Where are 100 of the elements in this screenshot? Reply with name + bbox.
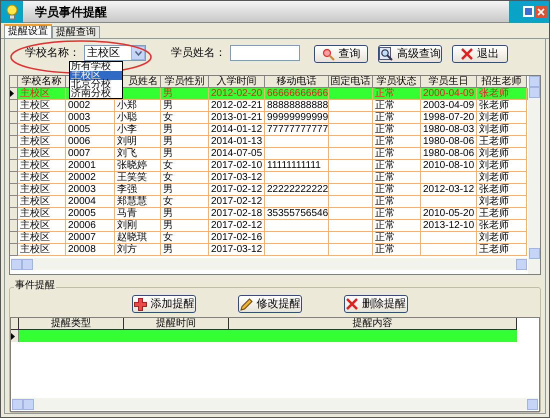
table-cell: 77777777777 xyxy=(265,124,329,136)
table-cell: 99999999999 xyxy=(265,112,329,124)
table-cell: 小聪 xyxy=(115,112,161,124)
table-cell: 张老师 xyxy=(477,220,527,232)
table-cell: 小郑 xyxy=(115,100,161,112)
table-cell: 2012-02-20 xyxy=(209,88,265,100)
table-cell: 男 xyxy=(161,88,209,100)
table-cell: 正常 xyxy=(373,160,421,172)
table-cell: 2010-05-20 xyxy=(421,208,477,220)
table-cell: 正常 xyxy=(373,232,421,244)
column-header: 提醒类型 xyxy=(19,318,124,330)
table-cell: 20005 xyxy=(66,208,115,220)
table-cell: 2017-02-12 xyxy=(209,196,265,208)
window-title: 学员事件提醒 xyxy=(35,4,107,20)
table-cell: 正常 xyxy=(373,124,421,136)
column-header: 学员状态 xyxy=(373,76,421,88)
exit-button[interactable]: 退出 xyxy=(452,45,508,63)
column-header: 提醒时间 xyxy=(124,318,229,330)
school-dropdown[interactable]: 主校区 xyxy=(84,45,146,61)
table-cell: 1998-07-20 xyxy=(421,112,477,124)
table-cell: 王老师 xyxy=(477,208,527,220)
table-cell: 2014-01-12 xyxy=(209,124,265,136)
table-cell: 正常 xyxy=(373,172,421,184)
table-cell: 正常 xyxy=(373,208,421,220)
table-cell: 王老师 xyxy=(477,136,527,148)
table-cell: 女 xyxy=(161,172,209,184)
table-cell: 20003 xyxy=(66,184,115,196)
table-cell: 男 xyxy=(161,184,209,196)
table-cell: 2017-03-12 xyxy=(209,172,265,184)
table-cell: 20008 xyxy=(66,244,115,256)
edit-button[interactable]: 修改提醒 xyxy=(238,295,302,313)
group-title: 事件提醒 xyxy=(14,280,56,292)
table-cell: 1980-08-06 xyxy=(421,136,477,148)
table-cell: 正常 xyxy=(373,100,421,112)
table-cell: 正常 xyxy=(373,196,421,208)
table-cell: 2017-02-18 xyxy=(209,208,265,220)
table-cell: 正常 xyxy=(373,148,421,160)
column-header: 移动电话 xyxy=(265,76,329,88)
table-cell: 正常 xyxy=(373,220,421,232)
table-cell: 女 xyxy=(161,112,209,124)
table-cell: 张老师 xyxy=(477,100,527,112)
table-cell: 2014-01-13 xyxy=(209,136,265,148)
table-cell: 1980-08-03 xyxy=(421,124,477,136)
table-cell: 0006 xyxy=(66,136,115,148)
table-cell: 正常 xyxy=(373,136,421,148)
table-cell: 0003 xyxy=(66,112,115,124)
column-header: 招生老师 xyxy=(477,76,527,88)
table-cell: 2010-08-10 xyxy=(421,160,477,172)
table-cell: 王笑笑 xyxy=(115,172,161,184)
column-header: 学校名称 xyxy=(18,76,66,88)
table-cell: 李强 xyxy=(115,184,161,196)
add-button[interactable]: 添加提醒 xyxy=(132,295,196,313)
table-cell: 赵晓琪 xyxy=(115,232,161,244)
dropdown-option[interactable]: 济南分校 xyxy=(70,89,122,98)
field-label: 学员姓名： xyxy=(171,46,226,61)
table-cell: 张晓婷 xyxy=(115,160,161,172)
table-cell: 2014-07-05 xyxy=(209,148,265,160)
table-cell: 男 xyxy=(161,208,209,220)
table-cell: 0005 xyxy=(66,124,115,136)
table-cell: 2017-02-10 xyxy=(209,160,265,172)
table-cell: 20002 xyxy=(66,172,115,184)
table-cell: 男 xyxy=(161,244,209,256)
table-cell: 王老师 xyxy=(477,244,527,256)
table-cell: 男 xyxy=(161,124,209,136)
table-cell: 男 xyxy=(161,100,209,112)
column-header: 学员性别 xyxy=(161,76,209,88)
table-cell: 女 xyxy=(161,160,209,172)
table-cell: 66666666666 xyxy=(265,88,329,100)
table-cell: 2017-03-12 xyxy=(209,244,265,256)
tab[interactable]: 提醒设置 xyxy=(4,24,52,38)
table-cell: 0007 xyxy=(66,148,115,160)
table-cell: 男 xyxy=(161,220,209,232)
table-cell: 0002 xyxy=(66,100,115,112)
table-cell: 2013-01-21 xyxy=(209,112,265,124)
table-cell: 张老师 xyxy=(477,88,527,100)
table-cell: 20006 xyxy=(66,220,115,232)
table-cell: 20007 xyxy=(66,232,115,244)
table-cell: 2012-02-21 xyxy=(209,100,265,112)
table-cell: 小李 xyxy=(115,124,161,136)
column-header: 提醒内容 xyxy=(229,318,517,330)
column-header: 学员生日 xyxy=(421,76,477,88)
table-cell: 女 xyxy=(161,232,209,244)
table-cell: 20001 xyxy=(66,160,115,172)
table-cell: 正常 xyxy=(373,184,421,196)
table-cell: 22222222222 xyxy=(265,184,329,196)
field-label: 学校名称： xyxy=(25,46,80,60)
table-cell: 2000-04-09 xyxy=(421,88,477,100)
table-cell: 2017-02-12 xyxy=(209,184,265,196)
tab[interactable]: 提醒查询 xyxy=(52,26,100,38)
column-header: 入学时间 xyxy=(209,76,265,88)
table-cell: 张老师 xyxy=(477,184,527,196)
advanced-button[interactable]: 高级查询 xyxy=(378,45,442,63)
table-cell: 2012-03-12 xyxy=(421,184,477,196)
table-cell: 2013-12-10 xyxy=(421,220,477,232)
table-cell: 马青 xyxy=(115,208,161,220)
delete-button[interactable]: 删除提醒 xyxy=(344,295,408,313)
search-button[interactable]: 查询 xyxy=(314,45,368,63)
table-cell: 11111111111 xyxy=(265,160,329,172)
table-cell: 35355756546 xyxy=(265,208,329,220)
table-cell: 1980-08-06 xyxy=(421,148,477,160)
